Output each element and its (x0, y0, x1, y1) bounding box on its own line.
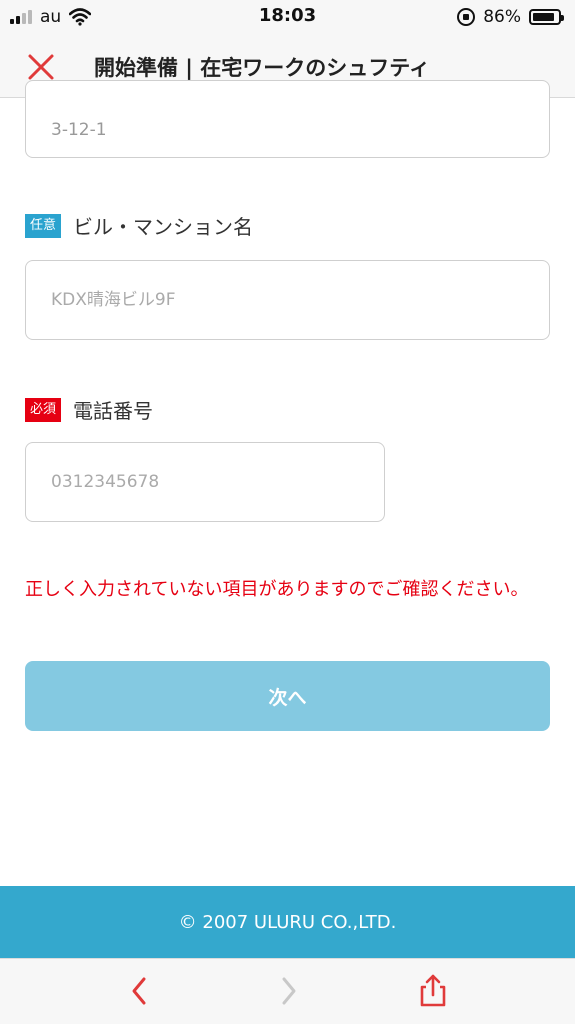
building-input[interactable] (26, 261, 549, 339)
share-icon (420, 974, 446, 1007)
close-icon (28, 54, 54, 80)
status-right: 86% (457, 6, 564, 28)
screen: au 18:03 86% 開始準備 | 在宅ワークのシュフティ 3-12-1 任… (0, 0, 575, 1024)
orientation-lock-icon (457, 8, 476, 26)
phone-label-row: 必須 電話番号 (25, 395, 153, 424)
phone-field[interactable] (25, 442, 385, 522)
address-field[interactable] (25, 80, 550, 158)
required-badge: 必須 (25, 397, 62, 422)
building-field[interactable] (25, 260, 550, 340)
back-icon (132, 977, 146, 1005)
address-input[interactable] (26, 81, 549, 157)
status-bar: au 18:03 86% (0, 0, 575, 34)
phone-label: 電話番号 (73, 399, 154, 423)
next-button[interactable]: 次へ (25, 661, 550, 731)
forward-icon (282, 977, 296, 1005)
forward-button[interactable] (270, 973, 306, 1009)
building-label-row: 任意 ビル・マンション名 (25, 211, 253, 240)
battery-level (533, 13, 554, 21)
battery-percent: 86% (483, 7, 521, 27)
browser-toolbar (0, 958, 575, 1024)
phone-input[interactable] (26, 443, 384, 521)
copyright-text: © 2007 ULURU CO.,LTD. (178, 911, 397, 933)
footer: © 2007 ULURU CO.,LTD. (0, 886, 575, 958)
error-message: 正しく入力されていない項目がありますのでご確認ください。 (25, 579, 529, 600)
optional-badge: 任意 (25, 213, 62, 238)
page-title: 開始準備 | 在宅ワークのシュフティ (94, 56, 431, 80)
close-button[interactable] (24, 50, 58, 84)
building-label: ビル・マンション名 (73, 215, 254, 239)
back-button[interactable] (122, 973, 158, 1009)
share-button[interactable] (415, 973, 451, 1009)
battery-icon (529, 9, 564, 25)
